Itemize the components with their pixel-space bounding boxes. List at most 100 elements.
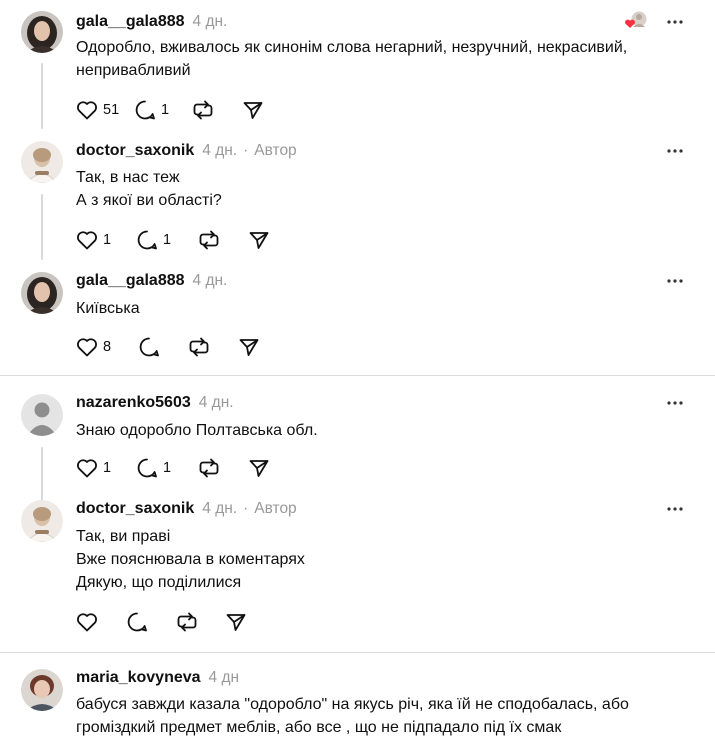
post-text-line: Так, ви праві <box>76 528 171 545</box>
username[interactable]: doctor_saxonik <box>76 500 194 518</box>
like-button[interactable] <box>76 610 126 634</box>
repost-icon <box>189 337 209 357</box>
post-text: Так, ви праві Вже пояснювала в коментаря… <box>76 525 691 594</box>
timestamp[interactable]: 4 дн. <box>199 394 234 412</box>
action-bar: 51 1 <box>76 98 264 122</box>
author-label: Автор <box>254 142 297 159</box>
like-count: 8 <box>103 339 112 355</box>
reply-button[interactable]: 1 <box>134 98 192 122</box>
repost-icon <box>193 100 213 120</box>
timestamp[interactable]: 4 дн <box>209 669 240 687</box>
share-button[interactable] <box>248 228 270 252</box>
repost-button[interactable] <box>176 610 225 634</box>
action-bar: 1 1 <box>76 456 270 480</box>
timestamp[interactable]: 4 дн. <box>202 500 237 518</box>
reply-count: 1 <box>163 232 172 248</box>
more-icon[interactable] <box>665 393 685 413</box>
post-text-line: непривабливий <box>76 62 191 79</box>
repost-button[interactable] <box>198 456 248 480</box>
reply-count: 1 <box>163 460 172 476</box>
post-text: Київська <box>76 297 691 320</box>
post-header: gala__gala888 4 дн. <box>76 11 227 33</box>
comment-icon <box>137 230 157 250</box>
share-button[interactable] <box>238 335 260 359</box>
thread-line <box>41 194 43 260</box>
action-bar: 1 1 <box>76 228 270 252</box>
heart-icon <box>77 459 97 478</box>
reply-button[interactable] <box>138 335 188 359</box>
repost-button[interactable] <box>192 98 242 122</box>
reply-button[interactable]: 1 <box>136 456 198 480</box>
repost-icon <box>199 230 219 250</box>
more-icon[interactable] <box>665 12 685 32</box>
share-button[interactable] <box>225 610 247 634</box>
thread-line <box>41 63 43 129</box>
comment-icon <box>139 337 159 357</box>
heart-icon <box>77 101 97 120</box>
post-text-line: Вже пояснювала в коментарях <box>76 551 305 568</box>
like-button[interactable]: 51 <box>76 98 134 122</box>
more-icon[interactable] <box>665 271 685 291</box>
username[interactable]: gala__gala888 <box>76 13 185 31</box>
post-text: бабуся завжди казала "одоробло" на якусь… <box>76 693 691 739</box>
avatar[interactable] <box>21 394 63 436</box>
send-icon <box>239 339 259 356</box>
heart-icon <box>77 231 97 250</box>
avatar[interactable] <box>21 272 63 314</box>
share-button[interactable] <box>242 98 264 122</box>
like-button[interactable]: 8 <box>76 335 138 359</box>
separator-dot: · <box>243 500 249 517</box>
post-text: Так, в нас теж А з якої ви області? <box>76 166 691 212</box>
post-text-line: Так, в нас теж <box>76 169 180 186</box>
post-text-line: Знаю одоробло Полтавська обл. <box>76 422 318 439</box>
repost-icon <box>199 458 219 478</box>
reply-button[interactable]: 1 <box>136 228 198 252</box>
post-header: gala__gala888 4 дн. <box>76 270 227 292</box>
separator-dot: · <box>243 142 249 159</box>
timestamp[interactable]: 4 дн. <box>193 272 228 290</box>
reply-button[interactable] <box>126 610 176 634</box>
like-count: 51 <box>103 102 120 118</box>
username[interactable]: gala__gala888 <box>76 272 185 290</box>
avatar-woman-dark-hair <box>21 11 63 53</box>
more-icon[interactable] <box>665 141 685 161</box>
post-text-line: бабуся завжди казала "одоробло" на якусь… <box>76 696 629 713</box>
heart-icon <box>77 613 97 632</box>
avatar[interactable] <box>21 141 63 183</box>
timestamp[interactable]: 4 дн. <box>193 13 228 31</box>
comment-icon <box>127 612 147 632</box>
avatar[interactable] <box>21 500 63 542</box>
send-icon <box>249 232 269 249</box>
username[interactable]: nazarenko5603 <box>76 394 191 412</box>
like-count: 1 <box>103 460 112 476</box>
comment-icon <box>135 100 155 120</box>
more-icon[interactable] <box>665 499 685 519</box>
send-icon <box>243 102 263 119</box>
username[interactable]: maria_kovyneva <box>76 669 201 687</box>
like-count: 1 <box>103 232 112 248</box>
like-button[interactable]: 1 <box>76 228 136 252</box>
post-text-line: Дякую, що поділилися <box>76 574 242 591</box>
author-label: Автор <box>254 500 297 517</box>
thread-divider <box>0 652 715 653</box>
post-text: Одоробло, вживалось як синонім слова нег… <box>76 36 691 82</box>
action-bar: 8 <box>76 335 260 359</box>
thread-divider <box>0 375 715 376</box>
avatar-default-person <box>21 394 63 436</box>
timestamp[interactable]: 4 дн. <box>202 142 237 160</box>
share-button[interactable] <box>248 456 270 480</box>
comment-icon <box>137 458 157 478</box>
reply-count: 1 <box>161 102 170 118</box>
like-button[interactable]: 1 <box>76 456 136 480</box>
post-text-line: А з якої ви області? <box>76 192 222 209</box>
avatar-woman-light <box>21 141 63 183</box>
avatar[interactable] <box>21 669 63 711</box>
repost-button[interactable] <box>188 335 238 359</box>
repost-icon <box>177 612 197 632</box>
repost-button[interactable] <box>198 228 248 252</box>
send-icon <box>226 614 246 631</box>
post-header: maria_kovyneva 4 дн <box>76 667 239 689</box>
username[interactable]: doctor_saxonik <box>76 142 194 160</box>
avatar[interactable] <box>21 11 63 53</box>
author-liked-badge <box>623 10 649 32</box>
